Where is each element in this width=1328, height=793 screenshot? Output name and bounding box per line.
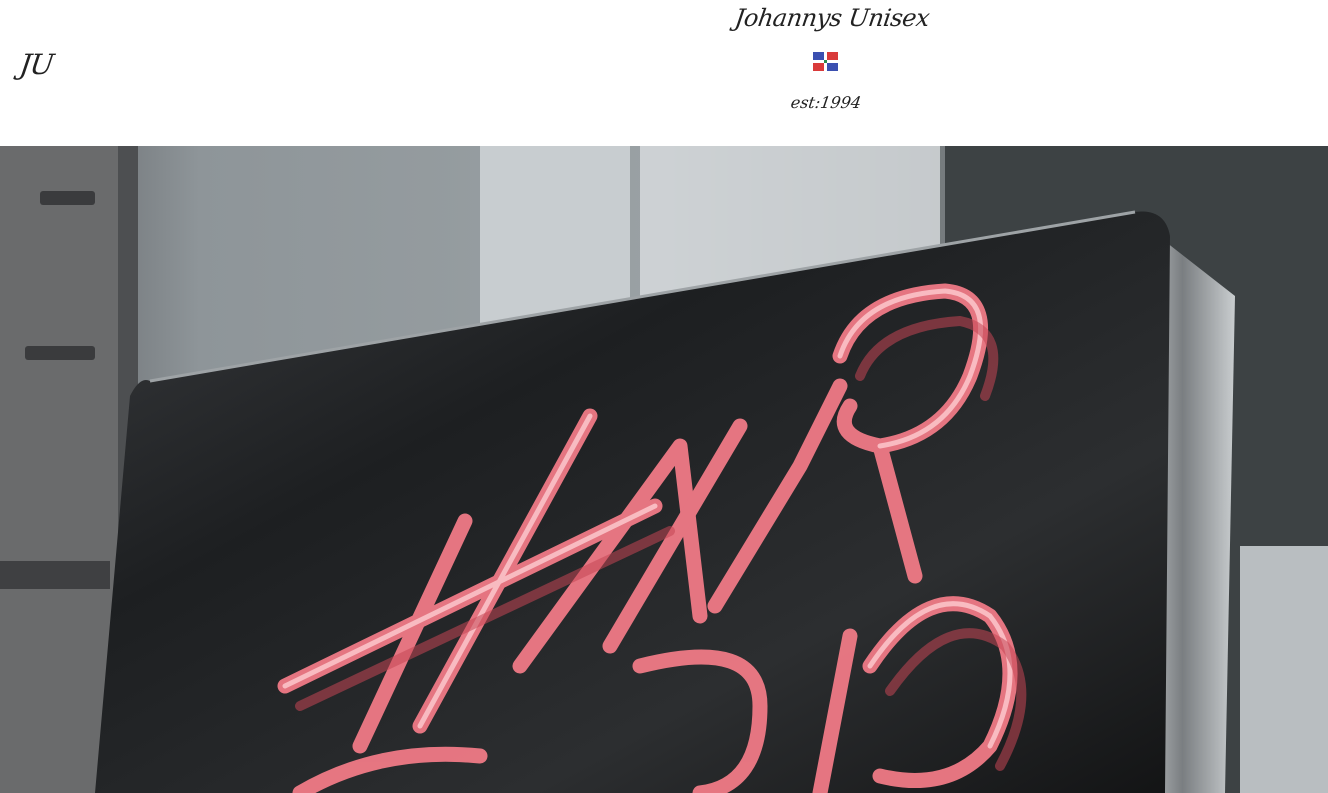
site-logo[interactable]: JU [18,48,55,81]
neon-hair-sign-photo [0,146,1328,793]
dominican-flag-icon[interactable] [813,52,838,71]
established-year: est:1994 [789,93,863,112]
hero-image [0,146,1328,793]
brand-name: Johannys Unisex [733,4,932,32]
site-header: JU Johannys Unisex est:1994 [0,0,1328,146]
